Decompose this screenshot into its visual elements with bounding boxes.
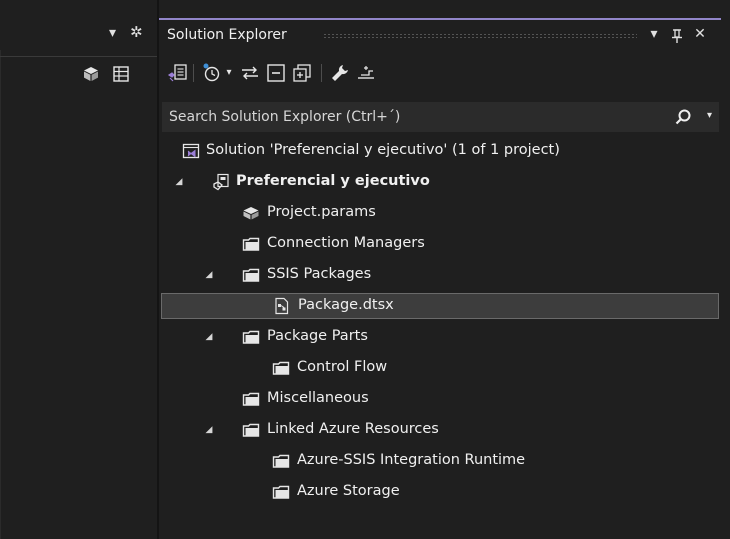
tree-item-label: Azure Storage <box>297 483 400 499</box>
tree-item-label: Connection Managers <box>267 235 425 251</box>
solution-explorer-window: Solution Explorer ▾ ✕ ▾ Search Solution … <box>159 18 730 539</box>
tree-item-label: Package.dtsx <box>298 297 394 313</box>
package-icon <box>275 297 289 315</box>
expanded-arrow-icon[interactable]: ◢ <box>203 424 215 436</box>
search-icon[interactable] <box>674 108 692 126</box>
tree-item-control-flow[interactable]: Control Flow <box>161 355 719 381</box>
folder-icon <box>272 454 290 468</box>
tree-item-label: Azure-SSIS Integration Runtime <box>297 452 526 468</box>
search-options-dropdown-icon[interactable]: ▾ <box>707 110 712 121</box>
expanded-arrow-icon[interactable]: ◢ <box>173 176 185 188</box>
left-pane-border <box>0 18 1 539</box>
tree-item-package-parts[interactable]: ◢ Package Parts <box>161 324 719 350</box>
tree-item-label: SSIS Packages <box>267 266 372 282</box>
tree-item-label: Preferencial y ejecutivo <box>236 173 430 189</box>
folder-icon <box>242 423 260 437</box>
tree-item-project-params[interactable]: Project.params <box>161 200 719 226</box>
tree-item-ssis-packages[interactable]: ◢ SSIS Packages <box>161 262 719 288</box>
toolbar-separator <box>321 64 322 82</box>
solution-explorer-titlebar[interactable]: Solution Explorer ▾ ✕ <box>159 20 721 50</box>
pending-changes-filter-icon[interactable] <box>201 62 223 84</box>
solution-explorer-title: Solution Explorer <box>167 27 287 43</box>
search-input[interactable] <box>169 103 649 131</box>
preview-selected-items-icon[interactable] <box>355 62 377 84</box>
folder-icon <box>272 361 290 375</box>
cube-icon[interactable] <box>82 65 100 83</box>
tree-item-miscellaneous[interactable]: Miscellaneous <box>161 386 719 412</box>
search-box[interactable]: ▾ <box>162 102 719 132</box>
tree-item-label: Linked Azure Resources <box>267 421 439 437</box>
close-icon[interactable]: ✕ <box>691 26 709 42</box>
switch-views-icon[interactable] <box>167 62 189 84</box>
params-icon <box>243 207 259 220</box>
tree-item-solution[interactable]: Solution 'Preferencial y ejecutivo' (1 o… <box>161 138 719 164</box>
expanded-arrow-icon[interactable]: ◢ <box>203 331 215 343</box>
folder-icon <box>242 330 260 344</box>
tree-item-label: Control Flow <box>297 359 388 375</box>
toolbar-separator <box>193 64 194 82</box>
sync-with-active-document-icon[interactable] <box>239 62 261 84</box>
tree-item-linked-azure-resources[interactable]: ◢ Linked Azure Resources <box>161 417 719 443</box>
solution-explorer-toolbar: ▾ <box>159 56 721 90</box>
filter-dropdown-icon[interactable]: ▾ <box>223 62 235 84</box>
left-pane-dropdown-icon[interactable]: ▾ <box>109 25 116 41</box>
left-tool-window: ▾ ✲ <box>0 18 157 539</box>
tree-item-label: Miscellaneous <box>267 390 369 406</box>
window-position-dropdown-icon[interactable]: ▾ <box>645 26 663 42</box>
titlebar-drag-grip[interactable] <box>323 33 637 39</box>
tree-item-label: Project.params <box>267 204 376 220</box>
collapse-all-icon[interactable] <box>265 62 287 84</box>
show-all-files-icon[interactable] <box>291 62 313 84</box>
solution-icon <box>182 143 200 159</box>
tree-item-label: Package Parts <box>267 328 368 344</box>
folder-icon <box>242 237 260 251</box>
left-pane-toolbar <box>0 56 157 90</box>
folder-icon <box>272 485 290 499</box>
expanded-arrow-icon[interactable]: ◢ <box>203 269 215 281</box>
tree-item-azure-storage[interactable]: Azure Storage <box>161 479 719 505</box>
properties-wrench-icon[interactable] <box>329 62 351 84</box>
tree-item-azure-ssis-integration-runtime[interactable]: Azure-SSIS Integration Runtime <box>161 448 719 474</box>
tree-item-project[interactable]: ◢ Preferencial y ejecutivo <box>161 169 719 195</box>
properties-grid-icon[interactable] <box>112 65 130 83</box>
left-pane-gear-icon[interactable]: ✲ <box>130 23 143 41</box>
tree-item-connection-managers[interactable]: Connection Managers <box>161 231 719 257</box>
left-pane-titlebar: ▾ ✲ <box>0 18 157 50</box>
tree-item-label: Solution 'Preferencial y ejecutivo' (1 o… <box>206 142 560 158</box>
folder-icon <box>242 268 260 282</box>
pin-icon[interactable] <box>668 28 686 44</box>
ssis-project-icon <box>213 173 229 191</box>
tree-item-package-dtsx[interactable]: Package.dtsx <box>161 293 719 319</box>
folder-icon <box>242 392 260 406</box>
